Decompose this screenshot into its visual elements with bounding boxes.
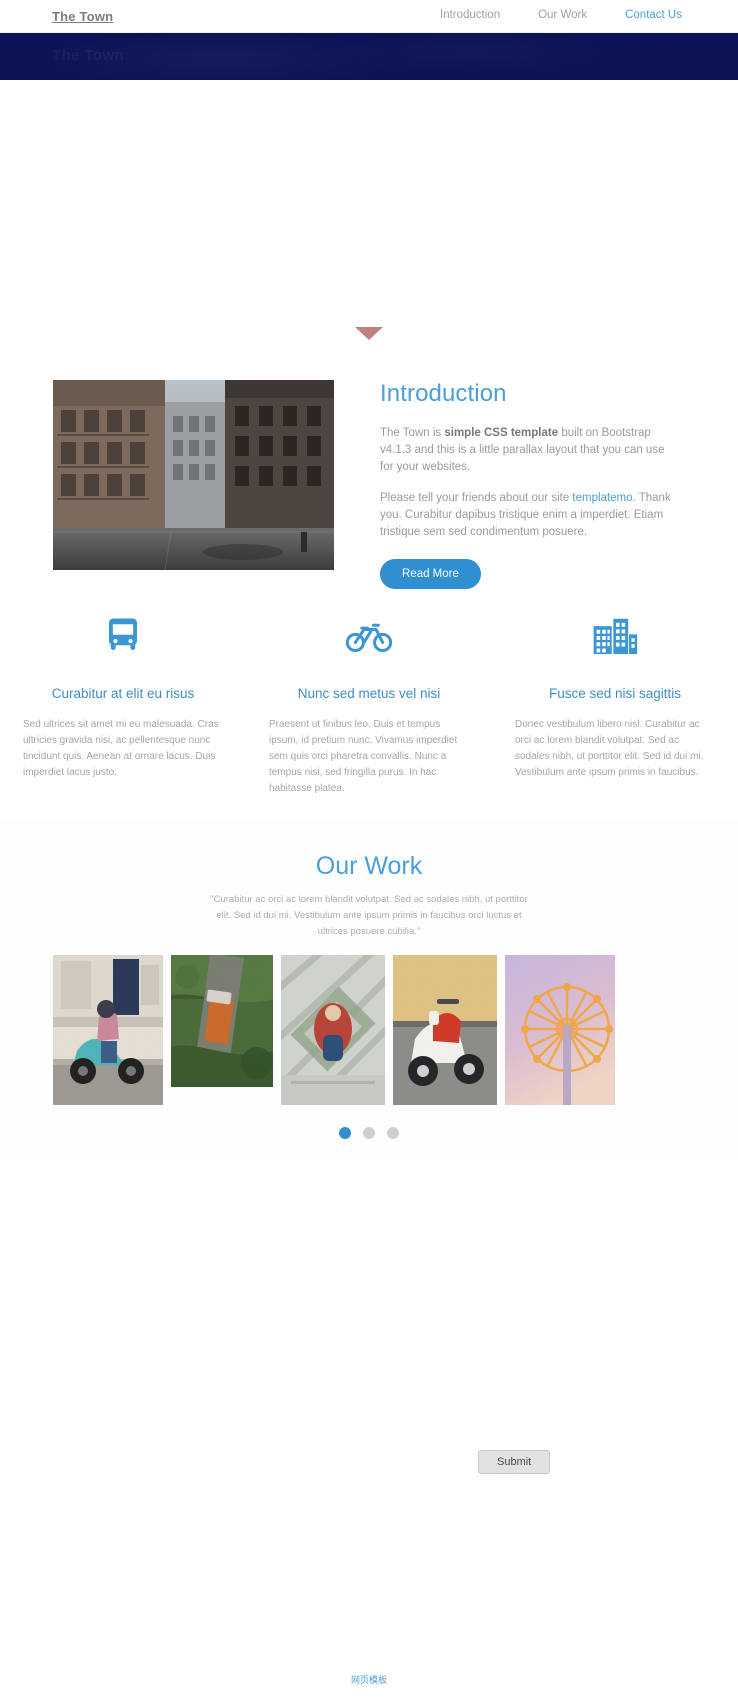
feature-title-2: Nunc sed metus vel nisi	[297, 686, 441, 701]
buildings-icon	[508, 608, 722, 664]
site-footer: 网页模板	[0, 1659, 738, 1699]
feature-title-3: Fusce sed nisi sagittis	[548, 686, 682, 701]
brand-logo[interactable]: The Town	[52, 9, 113, 24]
feature-text-2: Praesent ut finibus leo. Duis et tempus …	[269, 719, 458, 794]
intro-p2-lead: Please tell your friends about our site	[380, 492, 573, 504]
carousel-dot-1[interactable]	[339, 1127, 351, 1139]
hero-spacer	[0, 80, 738, 370]
bus-icon	[16, 608, 230, 664]
gallery-item-4[interactable]	[393, 955, 497, 1105]
templatemo-link[interactable]: templatemo	[572, 492, 632, 504]
feature-text-3: Donec vestibulum libero nisl. Curabitur …	[515, 719, 704, 778]
submit-button[interactable]: Submit	[478, 1450, 551, 1474]
gallery-item-2[interactable]	[171, 955, 273, 1087]
contact-section: Submit	[0, 1160, 738, 1640]
read-more-button[interactable]: Read More	[380, 559, 481, 589]
nav-link-our-work[interactable]: Our Work	[538, 9, 587, 21]
introduction-text-block: Introduction The Town is simple CSS temp…	[380, 380, 680, 589]
feature-text-1: Sed ultrices sit amet mi eu malesuada. C…	[23, 719, 219, 778]
intro-p1-lead: The Town is	[380, 427, 445, 439]
top-navbar: The Town Introduction Our Work Contact U…	[0, 0, 738, 33]
our-work-heading: Our Work	[315, 852, 423, 880]
introduction-heading: Introduction	[380, 380, 507, 407]
our-work-section: Our Work "Curabitur ac orci ac lorem bla…	[0, 820, 738, 1160]
features-section: Curabitur at elit eu risus Sed ultrices …	[0, 608, 738, 813]
feature-column-3: Fusce sed nisi sagittis Donec vestibulum…	[492, 608, 738, 813]
work-gallery-carousel[interactable]	[53, 955, 685, 1105]
carousel-dot-3[interactable]	[387, 1127, 399, 1139]
carousel-dot-2[interactable]	[363, 1127, 375, 1139]
hero-ghost-title: The Town	[52, 47, 125, 64]
gallery-item-3[interactable]	[281, 955, 385, 1105]
nav-link-introduction[interactable]: Introduction	[440, 9, 500, 21]
our-work-quote: "Curabitur ac orci ac lorem blandit volu…	[210, 894, 528, 937]
scroll-down-arrow-icon[interactable]	[355, 327, 383, 340]
footer-template-link[interactable]: 网页模板	[351, 1673, 387, 1686]
primary-nav: Introduction Our Work Contact Us	[440, 9, 682, 21]
feature-column-1: Curabitur at elit eu risus Sed ultrices …	[0, 608, 246, 813]
intro-p1-strong: simple CSS template	[444, 427, 559, 439]
gallery-item-1[interactable]	[53, 955, 163, 1105]
introduction-paragraph-1: The Town is simple CSS template built on…	[380, 425, 680, 476]
feature-title-1: Curabitur at elit eu risus	[51, 686, 195, 701]
feature-column-2: Nunc sed metus vel nisi Praesent ut fini…	[246, 608, 492, 813]
contact-texture	[0, 1160, 738, 1640]
introduction-photo	[53, 380, 334, 570]
bicycle-icon	[262, 608, 476, 664]
hero-banner: The Town	[0, 33, 738, 80]
introduction-section: Introduction The Town is simple CSS temp…	[0, 370, 738, 605]
nav-link-contact-us[interactable]: Contact Us	[625, 9, 682, 21]
gallery-item-5[interactable]	[505, 955, 615, 1105]
carousel-dots[interactable]	[0, 1127, 738, 1139]
introduction-paragraph-2: Please tell your friends about our site …	[380, 490, 680, 541]
